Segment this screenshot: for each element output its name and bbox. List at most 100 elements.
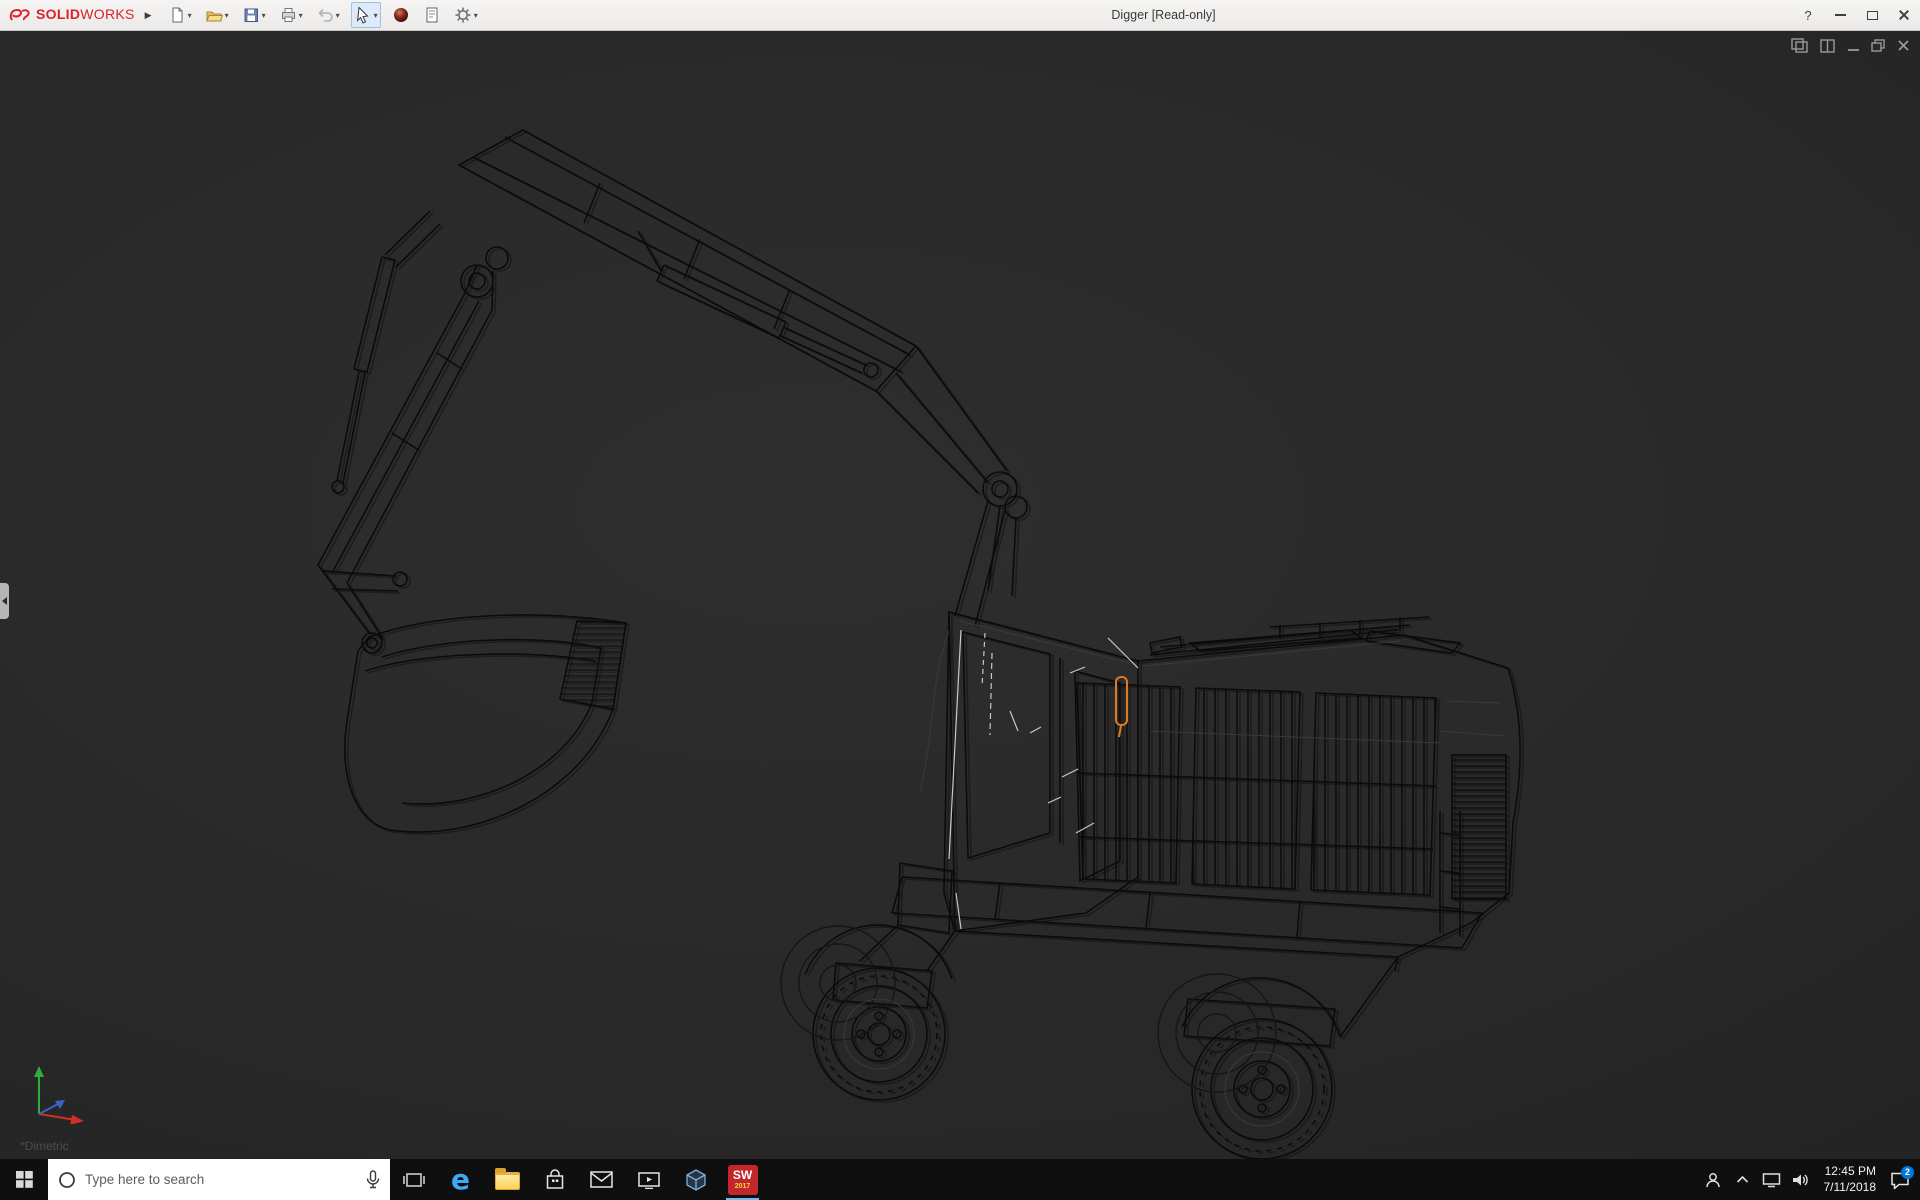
windows-logo-icon: [16, 1171, 33, 1188]
network-icon: [1762, 1172, 1781, 1188]
flyout-left-arrow-icon: [2, 597, 7, 605]
volume-icon: [1791, 1172, 1809, 1188]
chevron-up-icon: [1736, 1175, 1749, 1184]
taskbar-mail[interactable]: [578, 1159, 625, 1200]
search-input[interactable]: [85, 1172, 357, 1187]
dropdown-caret-icon[interactable]: ▾: [188, 11, 192, 20]
taskbar-clock[interactable]: 12:45 PM 7/11/2018: [1815, 1164, 1886, 1195]
dropdown-caret-icon[interactable]: ▾: [336, 11, 340, 20]
select-cursor-icon: [354, 6, 372, 24]
doc-restore-icon: [1871, 39, 1886, 52]
window-controls: ?: [1792, 0, 1920, 30]
save-button[interactable]: ▾: [240, 2, 268, 28]
file-properties-button[interactable]: [421, 2, 443, 28]
print-icon: [279, 6, 297, 24]
taskbar-search[interactable]: [48, 1159, 390, 1200]
minimize-button[interactable]: [1824, 0, 1856, 30]
solidworks-window: SOLIDWORKS ▶ ▾ ▾ ▾: [0, 0, 1920, 1200]
volume-button[interactable]: [1786, 1159, 1815, 1200]
maximize-icon: [1867, 11, 1878, 20]
logo-text-solid: SOLID: [36, 6, 80, 22]
notification-count-badge: 2: [1901, 1166, 1914, 1179]
task-view-button[interactable]: [390, 1159, 437, 1200]
open-button[interactable]: ▾: [203, 2, 231, 28]
solidworks-icon-year: 2017: [735, 1183, 751, 1190]
quick-access-toolbar: ▾ ▾ ▾ ▾: [166, 2, 480, 28]
taskbar-solidworks[interactable]: SW 2017: [719, 1159, 766, 1200]
dropdown-caret-icon[interactable]: ▾: [225, 11, 229, 20]
doc-restore-button[interactable]: [1871, 39, 1886, 52]
new-document-button[interactable]: ▾: [166, 2, 194, 28]
edge-icon: e: [451, 1166, 470, 1194]
dropdown-caret-icon[interactable]: ▾: [262, 11, 266, 20]
file-properties-icon: [423, 6, 441, 24]
hidden-icons-button[interactable]: [1728, 1159, 1757, 1200]
document-title: Digger [Read-only]: [1111, 8, 1215, 22]
gear-icon: [454, 6, 472, 24]
apply-scene-button[interactable]: [390, 2, 412, 28]
cortana-icon: [58, 1171, 76, 1189]
taskbar-file-explorer[interactable]: [484, 1159, 531, 1200]
clock-time: 12:45 PM: [1824, 1164, 1877, 1180]
new-window-button[interactable]: [1791, 38, 1809, 53]
doc-close-icon: [1897, 39, 1910, 52]
task-view-icon: [403, 1171, 425, 1189]
close-icon: [1898, 9, 1910, 21]
dassault-ds-icon: [8, 7, 32, 23]
split-window-button[interactable]: [1820, 39, 1836, 53]
taskbar-empty-area: [766, 1159, 1699, 1200]
solidworks-logo[interactable]: SOLIDWORKS: [8, 6, 135, 24]
system-tray: 12:45 PM 7/11/2018 2: [1699, 1159, 1920, 1200]
material-sphere-icon: [392, 6, 410, 24]
view-orientation-label: *Dimetric: [20, 1139, 69, 1153]
doc-close-button[interactable]: [1897, 39, 1910, 52]
solidworks-app-icon: SW 2017: [728, 1165, 758, 1195]
people-button[interactable]: [1699, 1159, 1728, 1200]
orientation-triad: [24, 1054, 96, 1129]
open-folder-icon: [205, 6, 223, 24]
microphone-icon[interactable]: [366, 1170, 380, 1189]
solidworks-icon-text: SW: [733, 1169, 752, 1181]
close-button[interactable]: [1888, 0, 1920, 30]
windows-taskbar: e: [0, 1159, 1920, 1200]
split-window-icon: [1820, 39, 1836, 53]
menu-flyout-arrow-icon[interactable]: ▶: [145, 10, 152, 21]
triad-axes-icon: [24, 1054, 96, 1124]
feature-panel-flyout-tab[interactable]: [0, 583, 9, 619]
logo-text-works: WORKS: [80, 6, 134, 22]
file-explorer-icon: [495, 1172, 520, 1190]
mail-envelope-icon: [590, 1171, 613, 1188]
clock-date: 7/11/2018: [1824, 1180, 1877, 1196]
undo-icon: [316, 6, 334, 24]
options-button[interactable]: ▾: [452, 2, 480, 28]
document-window-controls: [1791, 38, 1910, 53]
action-center-button[interactable]: 2: [1885, 1159, 1914, 1200]
dropdown-caret-icon[interactable]: ▾: [474, 11, 478, 20]
people-icon: [1704, 1171, 1722, 1189]
taskbar-edge[interactable]: e: [437, 1159, 484, 1200]
undo-button[interactable]: ▾: [314, 2, 342, 28]
dropdown-caret-icon[interactable]: ▾: [374, 11, 378, 20]
maximize-button[interactable]: [1856, 0, 1888, 30]
dropdown-caret-icon[interactable]: ▾: [299, 11, 303, 20]
store-bag-icon: [544, 1169, 566, 1191]
print-button[interactable]: ▾: [277, 2, 305, 28]
taskbar-movies-tv[interactable]: [625, 1159, 672, 1200]
help-button[interactable]: ?: [1792, 0, 1824, 30]
new-document-icon: [168, 6, 186, 24]
movies-tv-icon: [638, 1170, 660, 1189]
taskbar-store[interactable]: [531, 1159, 578, 1200]
doc-minimize-icon: [1847, 40, 1860, 52]
network-button[interactable]: [1757, 1159, 1786, 1200]
doc-minimize-button[interactable]: [1847, 40, 1860, 52]
save-icon: [242, 6, 260, 24]
start-button[interactable]: [0, 1159, 48, 1200]
app-titlebar: SOLIDWORKS ▶ ▾ ▾ ▾: [0, 0, 1920, 31]
new-window-icon: [1791, 38, 1809, 53]
graphics-viewport[interactable]: *Dimetric: [0, 31, 1920, 1159]
select-button[interactable]: ▾: [351, 2, 381, 28]
cube-3d-icon: [684, 1168, 708, 1192]
taskbar-3d-viewer[interactable]: [672, 1159, 719, 1200]
minimize-icon: [1835, 14, 1846, 16]
excavator-wireframe-model: [0, 31, 1920, 1159]
